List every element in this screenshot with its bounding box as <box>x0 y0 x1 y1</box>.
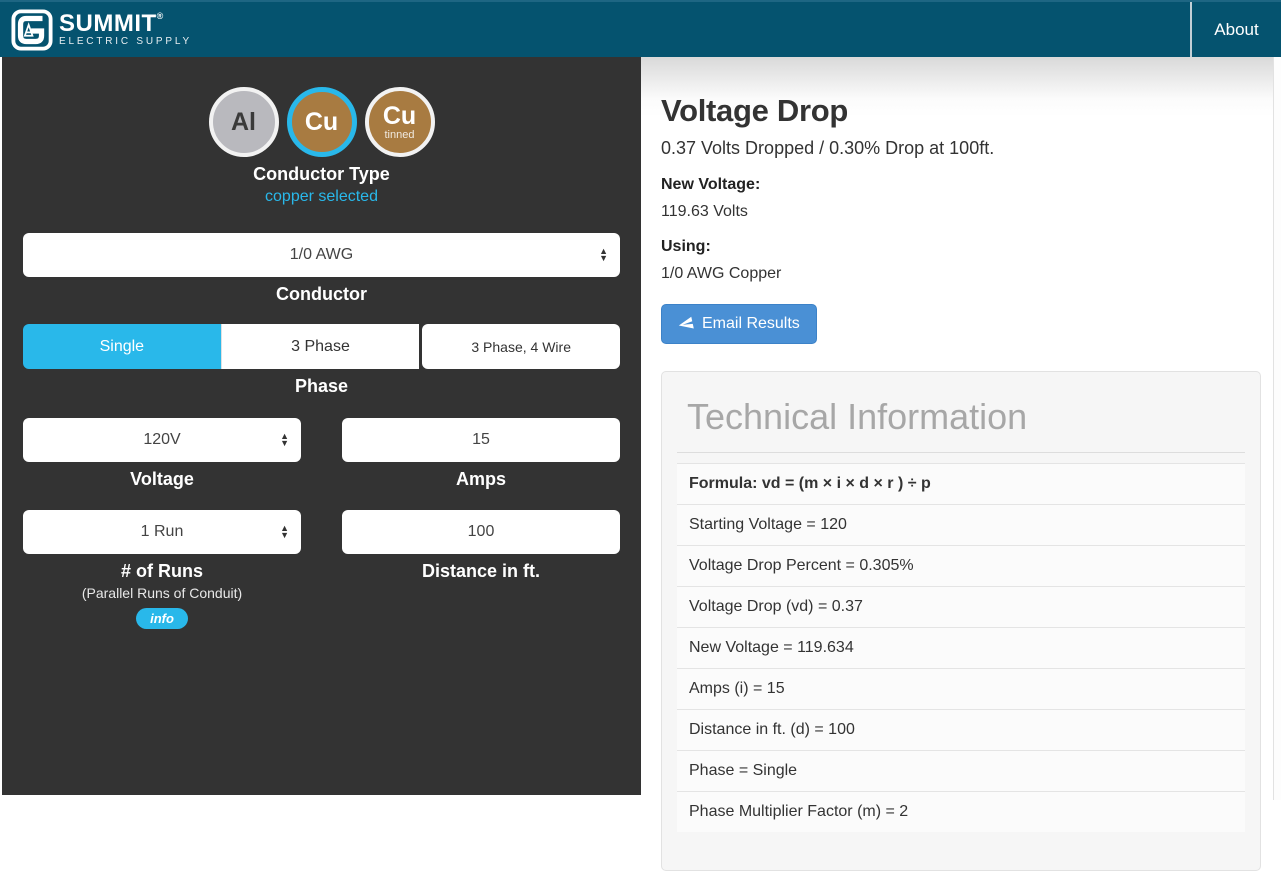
technical-information-title: Technical Information <box>677 396 1245 453</box>
distance-input[interactable] <box>342 510 620 554</box>
result-summary: 0.37 Volts Dropped / 0.30% Drop at 100ft… <box>661 138 1261 159</box>
tech-info-row: Voltage Drop Percent = 0.305% <box>677 545 1245 586</box>
registered-mark: ® <box>157 11 164 21</box>
brand-name: SUMMIT® <box>59 12 192 36</box>
conductor-selected-status: copper selected <box>23 188 620 206</box>
tech-info-row: Phase = Single <box>677 750 1245 791</box>
brand-tagline: ELECTRIC SUPPLY <box>59 37 192 47</box>
runs-select[interactable]: 1 Run ▲▼ <box>23 510 301 554</box>
phase-single-button[interactable]: Single <box>23 324 221 369</box>
phase-button-group: Single 3 Phase 3 Phase, 4 Wire <box>23 324 620 369</box>
amps-input[interactable] <box>342 418 620 462</box>
tech-info-row: Voltage Drop (vd) = 0.37 <box>677 586 1245 627</box>
runs-label: # of Runs <box>23 561 301 582</box>
using-label: Using: <box>661 238 1261 256</box>
amps-label: Amps <box>342 469 620 490</box>
formula-row: Formula: vd = (m × i × d × r ) ÷ p <box>677 463 1245 504</box>
scrollbar-track[interactable] <box>1273 57 1281 800</box>
tech-info-row: Phase Multiplier Factor (m) = 2 <box>677 791 1245 832</box>
new-voltage-value: 119.63 Volts <box>661 203 1261 221</box>
new-voltage-label: New Voltage: <box>661 176 1261 194</box>
about-link[interactable]: About <box>1190 2 1281 57</box>
technical-information-rows: Formula: vd = (m × i × d × r ) ÷ p Start… <box>677 463 1245 832</box>
tech-info-row: Amps (i) = 15 <box>677 668 1245 709</box>
results-panel: Voltage Drop 0.37 Volts Dropped / 0.30% … <box>641 57 1281 800</box>
conductor-type-aluminum-button[interactable]: Al <box>209 87 279 157</box>
chevron-up-down-icon: ▲▼ <box>280 433 289 447</box>
tech-info-row: Starting Voltage = 120 <box>677 504 1245 545</box>
app-header: SUMMIT® ELECTRIC SUPPLY About <box>0 0 1281 57</box>
runs-info-button[interactable]: info <box>136 608 188 629</box>
summit-logo-icon <box>11 9 53 51</box>
tech-info-row: New Voltage = 119.634 <box>677 627 1245 668</box>
phase-label: Phase <box>23 376 620 397</box>
chevron-up-down-icon: ▲▼ <box>280 525 289 539</box>
page-title: Voltage Drop <box>661 93 1261 129</box>
voltage-select[interactable]: 120V ▲▼ <box>23 418 301 462</box>
conductor-type-copper-tinned-button[interactable]: Cu tinned <box>365 87 435 157</box>
conductor-type-copper-button[interactable]: Cu <box>287 87 357 157</box>
using-value: 1/0 AWG Copper <box>661 265 1261 283</box>
phase-3phase-4wire-button[interactable]: 3 Phase, 4 Wire <box>422 324 620 369</box>
runs-sublabel: (Parallel Runs of Conduit) <box>23 585 301 601</box>
conductor-select[interactable]: 1/0 AWG ▲▼ <box>23 233 620 277</box>
voltage-label: Voltage <box>23 469 301 490</box>
phase-3phase-button[interactable]: 3 Phase <box>221 324 420 369</box>
paper-plane-icon <box>677 315 696 334</box>
tech-info-row: Distance in ft. (d) = 100 <box>677 709 1245 750</box>
conductor-type-label: Conductor Type <box>23 164 620 185</box>
conductor-label: Conductor <box>23 284 620 305</box>
conductor-type-group: Al Cu Cu tinned <box>23 87 620 157</box>
chevron-up-down-icon: ▲▼ <box>599 248 608 262</box>
brand-logo[interactable]: SUMMIT® ELECTRIC SUPPLY <box>11 9 192 51</box>
distance-label: Distance in ft. <box>342 561 620 582</box>
calculator-panel: Al Cu Cu tinned Conductor Type copper se… <box>2 57 641 795</box>
email-results-button[interactable]: Email Results <box>661 304 817 344</box>
technical-information-panel: Technical Information Formula: vd = (m ×… <box>661 371 1261 871</box>
